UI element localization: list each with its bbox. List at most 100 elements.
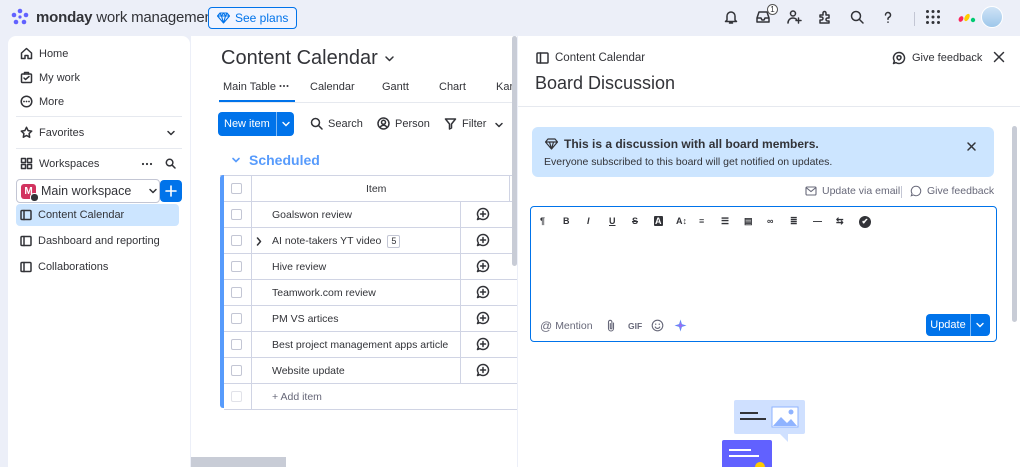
table-button[interactable]: ▤ [744, 216, 753, 227]
sidebar-item-home[interactable]: Home [20, 47, 68, 60]
tab-gantt[interactable]: Gantt [382, 81, 409, 93]
item-name[interactable]: Hive review [272, 261, 326, 273]
add-update-icon[interactable] [476, 233, 490, 247]
align-button[interactable]: ≣ [790, 216, 798, 227]
item-name[interactable]: Best project management apps article [272, 339, 448, 351]
bell-icon[interactable] [723, 9, 739, 25]
panel-breadcrumb[interactable]: Content Calendar [536, 52, 645, 64]
help-icon[interactable] [880, 9, 896, 25]
row-checkbox[interactable] [231, 365, 242, 376]
vertical-scrollbar[interactable] [512, 36, 517, 266]
sidebar-item-collaborations[interactable]: Collaborations [20, 261, 108, 273]
chevron-down-icon[interactable] [281, 120, 291, 128]
add-update-icon[interactable] [476, 207, 490, 221]
add-update-icon[interactable] [476, 363, 490, 377]
invite-user-icon[interactable] [786, 9, 802, 25]
tab-chart[interactable]: Chart [439, 81, 466, 93]
add-update-icon[interactable] [476, 259, 490, 273]
new-item-button[interactable]: New item [218, 112, 294, 136]
table-row[interactable]: Website update [224, 358, 517, 384]
table-row[interactable]: PM VS artices [224, 306, 517, 332]
give-feedback-button[interactable]: Give feedback [910, 185, 994, 197]
item-name[interactable]: PM VS artices [272, 313, 339, 325]
sidebar-item-more[interactable]: More [20, 95, 64, 108]
board-title[interactable]: Content Calendar [221, 47, 395, 70]
divider-button[interactable]: — [813, 216, 822, 226]
table-row[interactable]: Teamwork.com review [224, 280, 517, 306]
chevron-down-icon[interactable] [975, 321, 985, 329]
see-plans-button[interactable]: See plans [208, 7, 298, 29]
attachment-icon[interactable] [606, 319, 616, 332]
tab-options-icon[interactable] [279, 84, 289, 88]
row-checkbox[interactable] [231, 209, 242, 220]
tab-calendar[interactable]: Calendar [310, 81, 355, 93]
text-color-button[interactable]: A [654, 216, 663, 226]
select-all-checkbox[interactable] [231, 183, 242, 194]
app-grid-icon[interactable] [925, 9, 941, 25]
tab-main-table[interactable]: Main Table [223, 81, 276, 93]
search-icon[interactable] [849, 9, 865, 25]
table-row[interactable]: Goalswon review [224, 202, 517, 228]
sidebar-workspaces[interactable]: Workspaces [20, 157, 99, 170]
paragraph-format-button[interactable]: ¶ [540, 216, 545, 226]
item-name[interactable]: Website update [272, 365, 345, 377]
close-icon[interactable] [992, 50, 1006, 64]
user-avatar[interactable] [981, 6, 1003, 28]
item-name-wrapper[interactable]: AI note-takers YT video 5 [272, 235, 401, 248]
table-row[interactable]: AI note-takers YT video 5 [224, 228, 517, 254]
bulleted-list-button[interactable]: ≡ [699, 216, 704, 226]
strikethrough-button[interactable]: S [632, 216, 638, 226]
update-via-email-button[interactable]: Update via email [805, 185, 900, 197]
chevron-down-icon[interactable] [166, 129, 176, 137]
sidebar-item-my-work[interactable]: My work [20, 71, 80, 84]
add-item-row[interactable]: + Add item [224, 384, 517, 410]
emoji-icon[interactable] [651, 319, 664, 332]
group-title-scheduled[interactable]: Scheduled [231, 152, 320, 168]
update-editor[interactable]: ¶ B I U S A A↕ ≡ ☰ ▤ ∞ ≣ — ⇆ ✔ @ Mention… [530, 206, 997, 342]
chevron-right-icon[interactable] [256, 237, 262, 246]
apps-puzzle-icon[interactable] [817, 9, 833, 25]
horizontal-scrollbar[interactable] [191, 457, 286, 467]
row-checkbox[interactable] [231, 339, 242, 350]
item-name[interactable]: Goalswon review [272, 209, 352, 221]
add-item-input[interactable]: + Add item [272, 391, 322, 403]
item-name[interactable]: Teamwork.com review [272, 287, 376, 299]
row-checkbox[interactable] [231, 313, 242, 324]
mention-button[interactable]: @ Mention [540, 319, 593, 333]
filter-button[interactable]: Filter [444, 117, 486, 130]
italic-button[interactable]: I [587, 216, 590, 226]
give-feedback-button[interactable]: Give feedback [892, 51, 982, 65]
panel-scrollbar[interactable] [1012, 126, 1017, 322]
sidebar-favorites[interactable]: Favorites [20, 126, 84, 139]
underline-button[interactable]: U [609, 216, 616, 226]
table-row[interactable]: Hive review [224, 254, 517, 280]
add-to-workspace-button[interactable] [160, 180, 182, 202]
sidebar-item-dashboard-and-reporting[interactable]: Dashboard and reporting [20, 235, 160, 247]
add-update-icon[interactable] [476, 311, 490, 325]
subitems-count[interactable]: 5 [387, 235, 401, 248]
search-button[interactable]: Search [310, 117, 363, 130]
monday-product-icon[interactable] [958, 11, 976, 23]
search-icon[interactable] [165, 158, 176, 169]
add-update-icon[interactable] [476, 337, 490, 351]
font-size-button[interactable]: A↕ [676, 216, 687, 226]
monday-logo[interactable]: monday work management [10, 8, 217, 26]
add-update-icon[interactable] [476, 285, 490, 299]
sidebar-item-content-calendar[interactable]: Content Calendar [20, 209, 124, 221]
row-checkbox[interactable] [231, 287, 242, 298]
link-button[interactable]: ∞ [767, 216, 773, 226]
table-row[interactable]: Best project management apps article [224, 332, 517, 358]
update-button[interactable]: Update [926, 314, 990, 336]
numbered-list-button[interactable]: ☰ [721, 216, 729, 227]
chevron-down-icon[interactable] [494, 121, 504, 129]
person-filter-button[interactable]: Person [377, 117, 430, 130]
bold-button[interactable]: B [563, 216, 570, 226]
gif-button[interactable]: GIF [628, 321, 642, 331]
checklist-button[interactable]: ✔ [859, 216, 871, 228]
ai-sparkle-icon[interactable] [674, 319, 687, 332]
row-checkbox[interactable] [231, 261, 242, 272]
close-icon[interactable] [966, 141, 977, 152]
row-checkbox[interactable] [231, 235, 242, 246]
workspace-options-icon[interactable] [141, 160, 153, 168]
text-direction-button[interactable]: ⇆ [836, 216, 844, 227]
